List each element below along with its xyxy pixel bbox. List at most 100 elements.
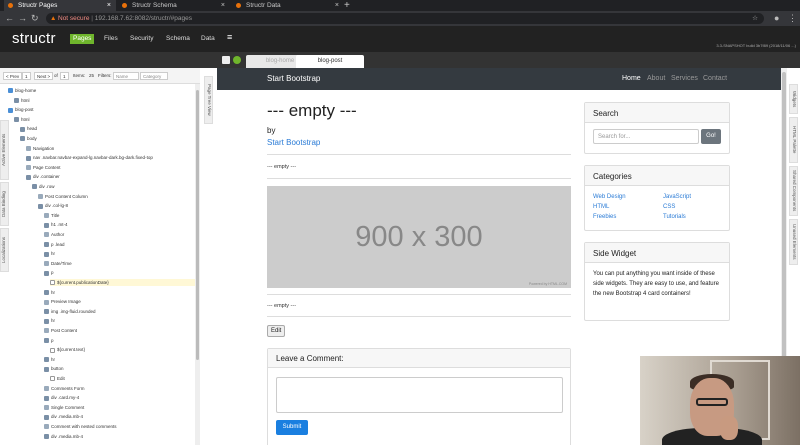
browser-tab-structr-pages[interactable]: Structr Pages × [4, 0, 116, 11]
tab-data-binding[interactable]: Data Binding [0, 182, 9, 226]
tree-node[interactable]: html [14, 97, 30, 104]
add-page-icon[interactable] [222, 56, 230, 64]
author-link[interactable]: Start Bootstrap [267, 138, 320, 147]
tree-node[interactable]: Preview Image [44, 298, 81, 305]
tree-node[interactable]: hr [44, 289, 55, 296]
tree-node[interactable]: Title [44, 212, 59, 219]
close-icon[interactable]: × [335, 0, 339, 11]
category-link[interactable]: CSS [663, 204, 675, 210]
browser-menu-icon[interactable]: ⋮ [788, 12, 797, 25]
menu-schema[interactable]: Schema [163, 34, 193, 44]
page-number-input[interactable]: 1 [22, 72, 31, 80]
prev-page-button[interactable]: < Prev [3, 72, 23, 80]
tree-node[interactable]: Navigation [26, 145, 54, 152]
tree-node[interactable]: head [20, 125, 37, 132]
tree-node[interactable]: blog-post [8, 106, 34, 113]
tree-node[interactable]: ${current.text} [50, 346, 85, 353]
tree-node[interactable]: div .col-lg-8 [38, 202, 68, 209]
edit-button[interactable]: Edit [267, 325, 286, 337]
close-icon[interactable]: × [107, 0, 111, 11]
nav-contact[interactable]: Contact [703, 75, 727, 82]
tree-node[interactable]: body [20, 135, 37, 142]
import-page-icon[interactable] [233, 56, 241, 64]
tree-node[interactable]: div .card.my-4 [44, 394, 79, 401]
nav-home[interactable]: Home [622, 75, 641, 82]
tree-node[interactable]: Post Content [44, 327, 77, 334]
nav-about[interactable]: About [647, 75, 665, 82]
tree-node[interactable]: p .lead [44, 241, 65, 248]
tab-localizations[interactable]: Localizations [0, 228, 9, 272]
menu-security[interactable]: Security [127, 34, 156, 44]
tab-blog-post[interactable]: blog-post [296, 55, 364, 68]
tree-node[interactable]: p [44, 337, 54, 344]
tab-html-palette[interactable]: HTML Palette [789, 117, 798, 163]
tab-widgets[interactable]: Widgets [789, 84, 798, 114]
bookmark-star-icon[interactable]: ☆ [752, 13, 758, 24]
forward-icon[interactable]: → [18, 12, 27, 25]
tree-node[interactable]: p [44, 269, 54, 276]
hamburger-menu-icon[interactable]: ≡ [224, 32, 235, 42]
post-date[interactable]: --- empty --- [267, 164, 296, 170]
tree-node[interactable]: hr [44, 250, 55, 257]
tree-node[interactable]: button [44, 365, 64, 372]
preview-brand[interactable]: Start Bootstrap [267, 74, 320, 83]
tab-page-tree-view[interactable]: Page Tree View [204, 76, 213, 124]
tree-node[interactable]: hr [44, 356, 55, 363]
new-tab-icon[interactable]: + [344, 0, 350, 11]
tree-node[interactable]: h1 .mt-4 [44, 221, 68, 228]
name-filter-input[interactable]: Name [113, 72, 139, 80]
tab-shared-components[interactable]: Shared Components [789, 166, 798, 216]
category-link[interactable]: HTML [593, 204, 609, 210]
tree-node[interactable]: div .row [32, 183, 55, 190]
tab-unused-elements[interactable]: Unused Elements [789, 219, 798, 265]
url-input[interactable]: ▲ Not secure | 192.168.7.62:8082/structr… [46, 13, 764, 24]
category-link[interactable]: Freebies [593, 214, 616, 220]
tree-node[interactable]: Page Content [26, 164, 61, 171]
menu-files[interactable]: Files [101, 34, 121, 44]
tree-node[interactable]: blog-home [8, 87, 36, 94]
tree-node[interactable]: Date/Time [44, 260, 72, 267]
tree-node[interactable]: ${current.publicationDate} [50, 279, 198, 286]
tree-node-label: div .media.mb-4 [51, 414, 84, 420]
tree-node[interactable]: Single Comment [44, 404, 84, 411]
tree-scrollbar[interactable] [195, 84, 200, 445]
element-icon [44, 414, 49, 420]
tree-node[interactable]: html [14, 116, 30, 123]
tree-node[interactable]: Comments Form [44, 385, 85, 392]
tree-node[interactable]: div .media.mb-4 [44, 413, 83, 420]
category-link[interactable]: JavaScript [663, 194, 691, 200]
submit-button[interactable]: Submit [276, 420, 308, 435]
tree-node[interactable]: nav .navbar.navbar-expand-lg.navbar-dark… [26, 154, 153, 161]
back-icon[interactable]: ← [5, 12, 14, 25]
close-icon[interactable]: × [221, 0, 225, 11]
tree-node[interactable]: Comment with nested comments [44, 423, 117, 430]
preview-image[interactable]: 900 x 300 Powered by HTML.COM [267, 186, 571, 288]
tree-node[interactable]: hr [44, 317, 55, 324]
items-per-page[interactable]: 25 [87, 72, 96, 80]
category-filter-input[interactable]: Category [140, 72, 168, 80]
account-icon[interactable]: ● [774, 12, 779, 25]
tree-node[interactable]: div .container [26, 173, 60, 180]
structr-logo[interactable]: structr [12, 30, 56, 47]
go-button[interactable]: Go! [701, 129, 721, 144]
browser-tab-structr-data[interactable]: Structr Data × [232, 0, 344, 11]
comment-textarea[interactable] [276, 377, 563, 413]
tab-active-elements[interactable]: Active Elements [0, 120, 9, 180]
menu-pages[interactable]: Pages [70, 34, 95, 44]
category-link[interactable]: Web Design [593, 194, 626, 200]
element-icon [20, 126, 25, 132]
reload-icon[interactable]: ↻ [31, 12, 39, 25]
tree-node[interactable]: Author [44, 231, 64, 238]
nav-services[interactable]: Services [671, 75, 698, 82]
post-title[interactable]: --- empty --- [267, 101, 357, 121]
tree-node[interactable]: Post Content Column [38, 193, 88, 200]
tree-node[interactable]: img .img-fluid.rounded [44, 308, 96, 315]
next-page-button[interactable]: Next > [34, 72, 54, 80]
tree-node[interactable]: div .media.mb-4 [44, 433, 83, 440]
search-input[interactable]: Search for... [593, 129, 699, 144]
menu-data[interactable]: Data [198, 34, 218, 44]
post-content[interactable]: --- empty --- [267, 303, 296, 309]
tree-node[interactable]: Edit [50, 375, 65, 382]
category-link[interactable]: Tutorials [663, 214, 686, 220]
browser-tab-structr-schema[interactable]: Structr Schema × [118, 0, 230, 11]
